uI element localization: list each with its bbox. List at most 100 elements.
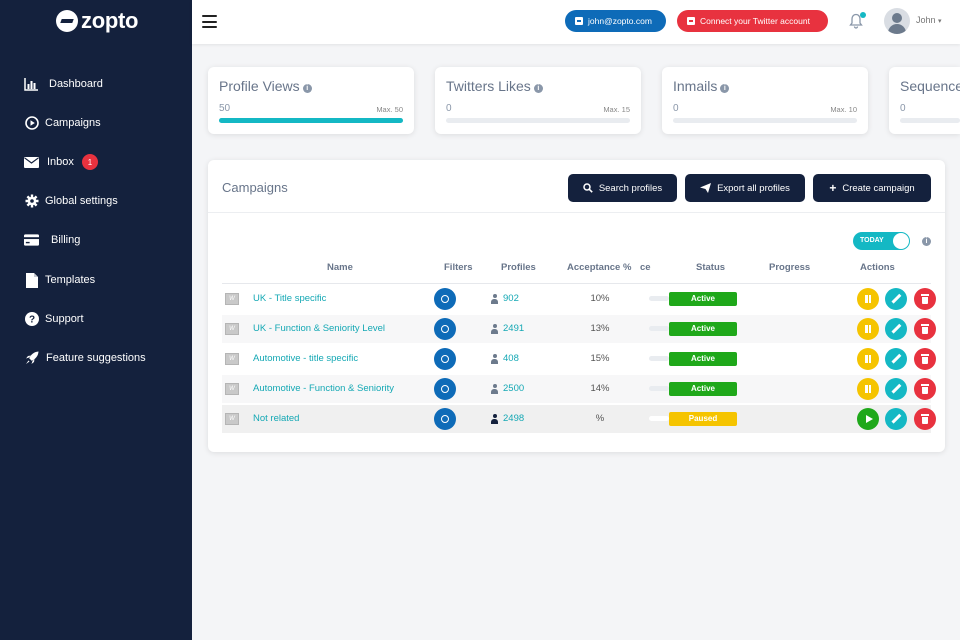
info-icon[interactable]: i: [922, 237, 931, 246]
campaign-name-link[interactable]: Automotive - title specific: [253, 353, 358, 364]
twitter-icon: [687, 17, 695, 25]
sidebar-item-dashboard[interactable]: Dashboard: [0, 66, 192, 102]
sidebar-item-label: Billing: [51, 234, 81, 246]
acceptance-rate: %: [595, 413, 605, 424]
person-icon: [491, 324, 498, 334]
campaign-thumbnail: W: [225, 293, 239, 305]
mini-progress-bar: [649, 416, 669, 421]
pause-button[interactable]: [857, 288, 879, 310]
edit-button[interactable]: [885, 378, 907, 400]
column-header-acceptance[interactable]: Acceptance %: [567, 262, 631, 273]
stat-title: Profile Views: [219, 78, 300, 94]
info-icon[interactable]: i: [302, 84, 312, 93]
stat-value: 0: [900, 103, 906, 114]
acceptance-rate: 13%: [590, 323, 610, 334]
profiles-count-link[interactable]: 2491: [503, 323, 524, 334]
linkedin-account-button[interactable]: john@zopto.com: [565, 10, 666, 32]
table-row: W UK - Title specific 902 10% Active: [222, 285, 936, 313]
delete-button[interactable]: [914, 288, 936, 310]
sidebar-item-label: Campaigns: [45, 117, 101, 129]
panel-title: Campaigns: [222, 180, 288, 195]
sidebar-item-label: Global settings: [45, 195, 118, 207]
campaign-name-link[interactable]: Not related: [253, 413, 299, 424]
column-header-filters[interactable]: Filters: [444, 262, 473, 273]
sidebar-item-templates[interactable]: Templates: [0, 262, 192, 298]
chart-bar-icon: [24, 77, 39, 92]
stat-title: Inmails: [673, 78, 718, 94]
connect-twitter-button[interactable]: Connect your Twitter account: [677, 10, 828, 32]
stat-card-twitter-likes: Twitters Likes i 0 Max. 15: [435, 67, 641, 134]
stat-card-inmails: Inmails i 0 Max. 10: [662, 67, 868, 134]
logo-text: zopto: [81, 8, 139, 33]
user-menu[interactable]: John ▾: [916, 15, 942, 25]
status-badge: Active: [669, 382, 737, 396]
stat-title: Twitters Likes: [446, 78, 531, 94]
status-badge: Active: [669, 352, 737, 366]
filter-compass-icon[interactable]: [434, 378, 456, 400]
pause-button[interactable]: [857, 318, 879, 340]
toggle-knob: [893, 233, 909, 249]
edit-button[interactable]: [885, 288, 907, 310]
search-profiles-button[interactable]: Search profiles: [568, 174, 677, 202]
sidebar-item-support[interactable]: ? Support: [0, 301, 192, 337]
delete-button[interactable]: [914, 318, 936, 340]
delete-button[interactable]: [914, 408, 936, 430]
column-header-extra[interactable]: ce: [640, 262, 651, 273]
export-profiles-button[interactable]: Export all profiles: [685, 174, 805, 202]
profiles-count-link[interactable]: 2500: [503, 383, 524, 394]
pause-button[interactable]: [857, 378, 879, 400]
edit-button[interactable]: [885, 408, 907, 430]
zopto-logo[interactable]: zopto: [56, 8, 138, 34]
person-icon: [491, 414, 498, 424]
today-toggle[interactable]: TODAY: [853, 232, 910, 250]
play-button[interactable]: [857, 408, 879, 430]
campaign-name-link[interactable]: UK - Title specific: [253, 293, 326, 304]
campaign-name-link[interactable]: UK - Function & Seniority Level: [253, 323, 385, 334]
stat-value: 0: [446, 103, 452, 114]
sidebar-item-campaigns[interactable]: Campaigns: [0, 105, 192, 141]
edit-button[interactable]: [885, 348, 907, 370]
sidebar-item-label: Dashboard: [49, 78, 103, 90]
sidebar-item-billing[interactable]: Billing: [0, 222, 192, 258]
profiles-count-link[interactable]: 2498: [503, 413, 524, 424]
filter-compass-icon[interactable]: [434, 318, 456, 340]
sidebar-item-global-settings[interactable]: Global settings: [0, 183, 192, 219]
filter-compass-icon[interactable]: [434, 288, 456, 310]
notification-dot: [860, 12, 866, 18]
delete-button[interactable]: [914, 348, 936, 370]
header-divider: [222, 283, 931, 284]
profiles-count-link[interactable]: 408: [503, 353, 519, 364]
envelope-icon: [24, 155, 39, 170]
pause-button[interactable]: [857, 348, 879, 370]
column-header-status[interactable]: Status: [696, 262, 725, 273]
table-row: W Not related 2498 % Paused: [222, 405, 936, 433]
mini-progress-bar: [649, 386, 669, 391]
profiles-count-link[interactable]: 902: [503, 293, 519, 304]
sidebar-item-inbox[interactable]: Inbox 1: [0, 144, 192, 180]
top-bar: john@zopto.com Connect your Twitter acco…: [192, 0, 960, 44]
stat-progress-bar: [673, 118, 857, 123]
column-header-progress[interactable]: Progress: [769, 262, 810, 273]
info-icon[interactable]: i: [720, 84, 730, 93]
table-row: W UK - Function & Seniority Level 2491 1…: [222, 315, 936, 343]
sidebar-item-label: Inbox: [47, 156, 74, 168]
filter-compass-icon[interactable]: [434, 348, 456, 370]
column-header-name[interactable]: Name: [327, 262, 353, 273]
chevron-down-icon: ▾: [938, 18, 942, 25]
info-icon[interactable]: i: [533, 84, 543, 93]
column-header-profiles[interactable]: Profiles: [501, 262, 536, 273]
filter-compass-icon[interactable]: [434, 408, 456, 430]
campaign-thumbnail: W: [225, 353, 239, 365]
sidebar-item-feature-suggestions[interactable]: Feature suggestions: [0, 340, 192, 376]
status-badge: Active: [669, 292, 737, 306]
hamburger-menu-icon[interactable]: [202, 15, 217, 28]
stat-value: 0: [673, 103, 679, 114]
sidebar-item-label: Feature suggestions: [46, 352, 146, 364]
play-circle-icon: [24, 116, 39, 131]
edit-button[interactable]: [885, 318, 907, 340]
search-icon: [583, 183, 593, 193]
avatar[interactable]: [884, 8, 910, 34]
create-campaign-button[interactable]: + Create campaign: [813, 174, 931, 202]
campaign-name-link[interactable]: Automotive - Function & Seniority: [253, 383, 394, 394]
delete-button[interactable]: [914, 378, 936, 400]
